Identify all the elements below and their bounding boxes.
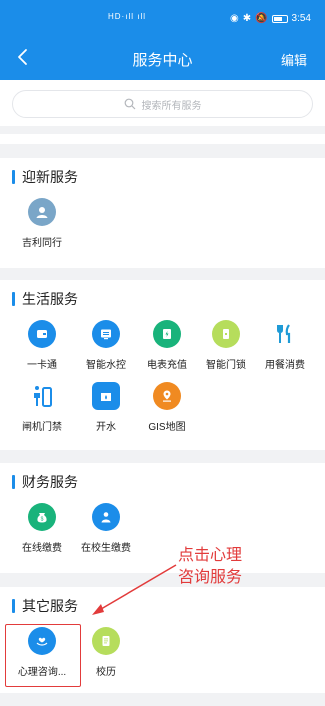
water-icon <box>92 382 120 410</box>
service-school-calendar[interactable]: 校历 <box>74 627 138 687</box>
search-icon <box>124 98 135 110</box>
signal-indicator: HD·ıll ıll <box>108 12 146 21</box>
service-yikatong[interactable]: 一卡通 <box>10 320 74 380</box>
service-meter-recharge[interactable]: 电表充值 <box>135 320 199 380</box>
service-hot-water[interactable]: 开水 <box>74 382 138 442</box>
section-life: 生活服务 一卡通 智能水控 电表充值 智能门锁 用餐消费 闸机门禁 开水 GIS… <box>0 280 325 450</box>
section-finance: 财务服务 $ 在线缴费 在校生缴费 <box>0 463 325 573</box>
gate-icon <box>28 382 56 410</box>
meter-icon <box>153 320 181 348</box>
page-title: 服务中心 <box>132 52 193 69</box>
section-title: 其它服务 <box>12 597 78 615</box>
section-title: 财务服务 <box>12 473 78 491</box>
svg-text:$: $ <box>41 517 44 523</box>
service-gate-access[interactable]: 闸机门禁 <box>10 382 74 442</box>
highlight-box <box>5 624 81 687</box>
header-bar: HD·ıll ıll ◉ ✱ 🔕 3:54 服务中心 编辑 <box>0 0 325 80</box>
status-bar: HD·ıll ıll ◉ ✱ 🔕 3:54 <box>0 10 325 30</box>
bluetooth-icon: ✱ <box>242 13 252 24</box>
service-online-payment[interactable]: $ 在线缴费 <box>10 503 74 563</box>
annotation-text: 点击心理 咨询服务 <box>178 547 243 586</box>
service-gis-map[interactable]: GIS地图 <box>135 382 199 442</box>
eye-icon: ◉ <box>229 13 239 24</box>
service-dining[interactable]: 用餐消费 <box>253 320 317 380</box>
calendar-icon <box>92 627 120 655</box>
fork-knife-icon <box>271 320 299 348</box>
map-pin-icon <box>153 382 181 410</box>
service-water-control[interactable]: 智能水控 <box>74 320 138 380</box>
battery-icon <box>271 14 288 23</box>
search-input[interactable]: 搜索所有服务 <box>12 90 313 118</box>
status-right: ◉ ✱ 🔕 3:54 <box>230 13 311 24</box>
service-student-payment[interactable]: 在校生缴费 <box>74 503 138 563</box>
search-area: 搜索所有服务 <box>0 80 325 126</box>
spacer-card <box>0 134 325 144</box>
section-welcome: 迎新服务 吉利同行 <box>0 158 325 268</box>
section-title: 迎新服务 <box>12 168 78 186</box>
service-smart-lock[interactable]: 智能门锁 <box>194 320 258 380</box>
mute-icon: 🔕 <box>255 13 268 24</box>
card-icon <box>28 320 56 348</box>
section-title: 生活服务 <box>12 290 78 308</box>
edit-button[interactable]: 编辑 <box>281 50 307 69</box>
money-bag-icon: $ <box>28 503 56 531</box>
service-jili-tongxing[interactable]: 吉利同行 <box>10 198 74 258</box>
screen-icon <box>92 320 120 348</box>
user-circle-icon <box>28 198 56 226</box>
clock: 3:54 <box>291 13 311 24</box>
student-icon <box>92 503 120 531</box>
nav-bar: 服务中心 编辑 <box>0 44 325 74</box>
search-placeholder: 搜索所有服务 <box>141 100 202 112</box>
lock-icon <box>212 320 240 348</box>
